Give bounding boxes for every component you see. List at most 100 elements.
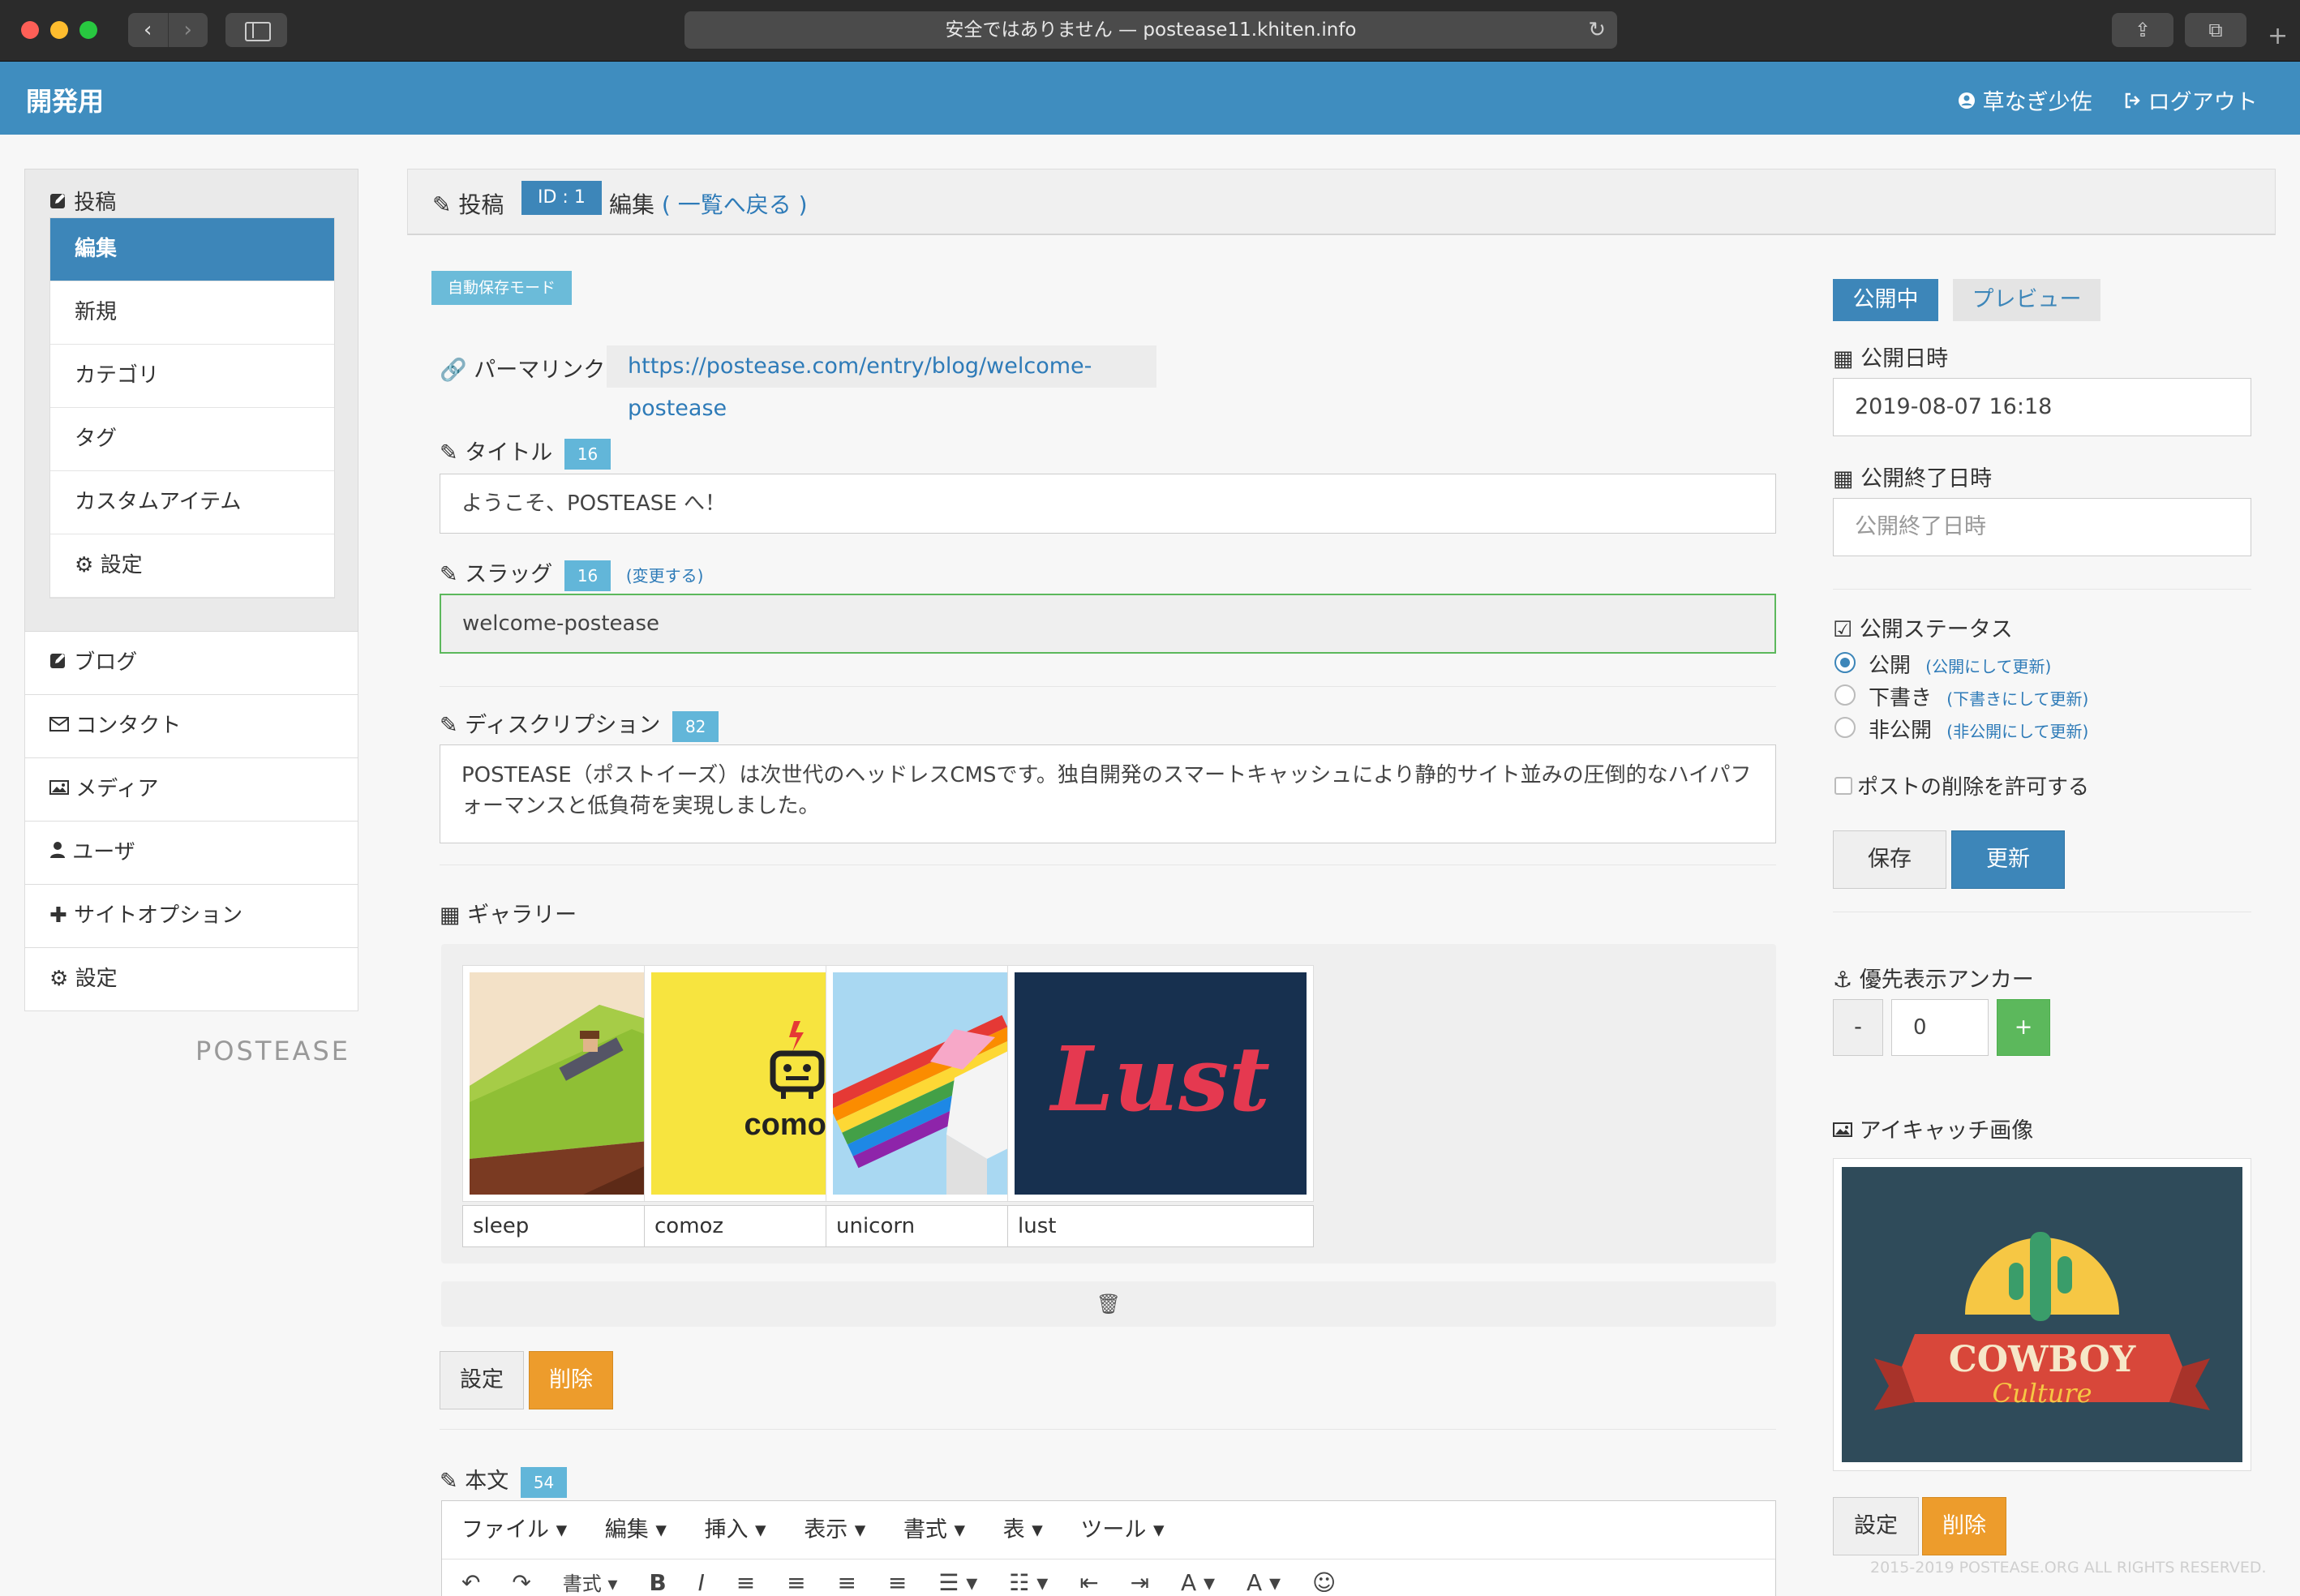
text-color-icon[interactable]: A ▾ [1181, 1569, 1215, 1596]
gallery-item[interactable]: Lust lust [1007, 965, 1314, 1247]
user-link[interactable]: 草なぎ少佐 [1958, 84, 2092, 116]
redo-icon[interactable]: ↷ [512, 1569, 530, 1596]
description-textarea[interactable]: POSTEASE（ポストイーズ）は次世代のヘッドレスCMSです。独自開発のスマー… [440, 744, 1776, 843]
align-right-icon[interactable]: ≡ [838, 1569, 856, 1596]
browser-chrome: ‹ › 安全ではありません — postease11.khiten.info ↻… [0, 0, 2300, 62]
status-radio-private[interactable] [1834, 717, 1856, 738]
autosave-mode-badge[interactable]: 自動保存モード [431, 271, 573, 305]
anchor-icon: ⚓ [1833, 967, 1853, 993]
gallery-settings-button[interactable]: 設定 [440, 1351, 524, 1409]
save-button[interactable]: 保存 [1833, 830, 1946, 889]
change-slug-link[interactable]: (変更する) [626, 566, 704, 586]
permalink-label-text: パーマリンク : [474, 358, 620, 383]
allow-delete-checkbox[interactable] [1834, 777, 1852, 795]
gallery-delete-button[interactable]: 削除 [529, 1351, 613, 1409]
tab-published[interactable]: 公開中 [1833, 279, 1938, 321]
sidebar-item-contact[interactable]: コンタクト [24, 695, 358, 758]
sidebar-item-media[interactable]: メディア [24, 758, 358, 822]
user-name: 草なぎ少佐 [1982, 90, 2092, 115]
slug-input[interactable]: welcome-postease [440, 594, 1776, 654]
culture-text: Culture [1992, 1378, 2092, 1409]
forward-icon[interactable]: › [167, 13, 208, 47]
sidebar-item-category[interactable]: カテゴリ [50, 345, 334, 408]
anchor-increment-button[interactable]: + [1997, 999, 2050, 1056]
anchor-decrement-button[interactable]: - [1833, 999, 1883, 1056]
indent-icon[interactable]: ⇥ [1131, 1569, 1149, 1596]
zoom-window-button[interactable] [79, 21, 97, 39]
sidebar-item-blog[interactable]: ブログ [24, 632, 358, 695]
menu-file[interactable]: ファイル ▾ [461, 1517, 567, 1542]
pencil-icon: ✎ [432, 191, 452, 218]
share-icon[interactable]: ⇪ [2112, 13, 2173, 47]
title-input[interactable]: ようこそ、POSTEASE へ！ [440, 474, 1776, 534]
brand-title[interactable]: 開発用 [26, 81, 104, 118]
reload-icon[interactable]: ↻ [1588, 11, 1606, 49]
align-center-icon[interactable]: ≡ [787, 1569, 805, 1596]
format-select[interactable]: 書式 ▾ [563, 1572, 618, 1595]
sidebar-item-settings[interactable]: ⚙ 設定 [24, 948, 358, 1011]
back-icon[interactable]: ‹ [128, 13, 168, 47]
gear-icon: ⚙ [49, 967, 69, 991]
sidebar-item-custom-item[interactable]: カスタムアイテム [50, 471, 334, 534]
menu-table[interactable]: 表 ▾ [1003, 1517, 1043, 1542]
align-justify-icon[interactable]: ≡ [888, 1569, 907, 1596]
tab-preview[interactable]: プレビュー [1953, 279, 2100, 321]
status-option-action[interactable]: (公開にして更新) [1925, 657, 2051, 676]
align-left-icon[interactable]: ≡ [736, 1569, 755, 1596]
sidebar-item-edit[interactable]: 編集 [50, 218, 334, 281]
eyecatch-delete-button[interactable]: 削除 [1922, 1497, 2006, 1555]
body-label: ✎ 本文 54 [440, 1463, 568, 1498]
anchor-label: ⚓ 優先表示アンカー [1833, 962, 2034, 993]
sidebar-group-title[interactable]: 投稿 [49, 186, 335, 216]
sidebar-item-tag[interactable]: タグ [50, 408, 334, 471]
status-option-private[interactable]: 非公開 (非公開にして更新) [1869, 714, 2088, 744]
numbered-list-icon[interactable]: ☷ ▾ [1009, 1569, 1048, 1596]
status-option-action[interactable]: (下書きにして更新) [1946, 689, 2088, 709]
address-bar[interactable]: 安全ではありません — postease11.khiten.info ↻ [684, 11, 1617, 49]
close-window-button[interactable] [21, 21, 39, 39]
emoji-icon[interactable]: ☺ [1312, 1569, 1336, 1596]
gallery-caption-input[interactable]: lust [1007, 1205, 1314, 1247]
menu-tools[interactable]: ツール ▾ [1080, 1517, 1164, 1542]
publish-date-input[interactable]: 2019-08-07 16:18 [1833, 378, 2251, 436]
rich-text-editor[interactable]: ファイル ▾ 編集 ▾ 挿入 ▾ 表示 ▾ 書式 ▾ 表 ▾ ツール ▾ ↶ ↷… [441, 1500, 1776, 1596]
logout-link[interactable]: ログアウト [2123, 84, 2258, 116]
eyecatch-image[interactable]: COWBOY Culture [1833, 1158, 2251, 1471]
eyecatch-settings-button[interactable]: 設定 [1833, 1497, 1919, 1555]
undo-icon[interactable]: ↶ [461, 1569, 480, 1596]
menu-format[interactable]: 書式 ▾ [903, 1517, 965, 1542]
allow-delete-label[interactable]: ポストの削除を許可する [1857, 770, 2089, 800]
bullet-list-icon[interactable]: ☰ ▾ [938, 1569, 977, 1596]
status-option-public[interactable]: 公開 (公開にして更新) [1869, 649, 2051, 679]
gallery-trash-bar[interactable]: 🗑 [441, 1281, 1776, 1327]
sidebar-item-user[interactable]: ユーザ [24, 822, 358, 885]
app-header: 開発用 草なぎ少佐 ログアウト [0, 62, 2300, 135]
outdent-icon[interactable]: ⇤ [1079, 1569, 1098, 1596]
sidebar-item-site-option[interactable]: ✚ サイトオプション [24, 885, 358, 948]
status-radio-public[interactable] [1834, 652, 1856, 673]
tabs-overview-icon[interactable]: ⧉ [2185, 13, 2246, 47]
background-color-icon[interactable]: A ▾ [1247, 1569, 1281, 1596]
new-tab-icon[interactable]: + [2268, 24, 2288, 49]
menu-edit[interactable]: 編集 ▾ [605, 1517, 667, 1542]
back-to-list-link[interactable]: ( 一覧へ戻る ) [662, 191, 808, 218]
title-label: ✎ タイトル 16 [440, 435, 611, 470]
bold-icon[interactable]: B [649, 1569, 666, 1596]
menu-view[interactable]: 表示 ▾ [804, 1517, 865, 1542]
user-circle-icon [1958, 90, 1976, 115]
gallery-image-lust[interactable]: Lust [1007, 965, 1314, 1202]
sidebar-item-new[interactable]: 新規 [50, 281, 334, 345]
status-option-action[interactable]: (非公開にして更新) [1946, 722, 2088, 741]
status-radio-draft[interactable] [1834, 684, 1856, 706]
sidebar-item-post-settings[interactable]: ⚙ 設定 [50, 534, 334, 598]
end-date-input[interactable]: 公開終了日時 [1833, 498, 2251, 556]
minimize-window-button[interactable] [50, 21, 68, 39]
sidebar-item-label: 設定 [100, 553, 143, 577]
permalink-url[interactable]: https://postease.com/entry/blog/welcome-… [607, 345, 1156, 421]
status-option-draft[interactable]: 下書き (下書きにして更新) [1869, 681, 2088, 711]
anchor-value-input[interactable]: 0 [1891, 999, 1989, 1056]
italic-icon[interactable]: I [698, 1569, 705, 1596]
menu-insert[interactable]: 挿入 ▾ [704, 1517, 766, 1542]
sidebar-toggle-icon[interactable] [225, 13, 287, 47]
update-button[interactable]: 更新 [1951, 830, 2065, 889]
